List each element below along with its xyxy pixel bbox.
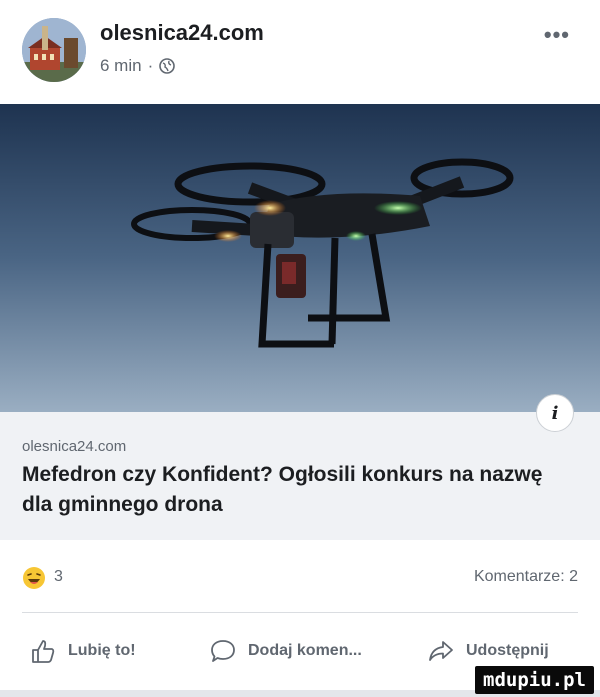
post-meta: 6 min · — [100, 56, 176, 76]
post-header: olesnica24.com 6 min · ••• — [0, 0, 600, 104]
like-button[interactable]: Lubię to! — [30, 638, 136, 664]
link-preview[interactable]: i olesnica24.com Mefedron czy Konfident?… — [0, 394, 600, 540]
comment-icon — [211, 640, 235, 662]
divider — [22, 612, 578, 613]
post-stats: 3 Komentarze: 2 — [0, 560, 600, 600]
link-domain: olesnica24.com — [22, 438, 127, 455]
post-time[interactable]: 6 min — [100, 56, 142, 76]
info-icon[interactable]: i — [536, 394, 574, 432]
like-label: Lubię to! — [68, 642, 136, 659]
share-label: Udostępnij — [466, 642, 549, 659]
page-avatar[interactable] — [22, 18, 86, 82]
comments-count[interactable]: Komentarze: 2 — [474, 568, 578, 586]
comment-label: Dodaj komen... — [248, 642, 362, 659]
thumbs-up-icon — [32, 640, 55, 663]
haha-reaction-icon[interactable] — [22, 566, 46, 590]
reactions-count[interactable]: 3 — [54, 568, 63, 586]
page-name[interactable]: olesnica24.com — [100, 20, 264, 46]
share-button[interactable]: Udostępnij — [428, 638, 549, 664]
globe-icon — [159, 58, 176, 74]
share-icon — [429, 641, 453, 661]
comment-button[interactable]: Dodaj komen... — [210, 638, 362, 664]
link-headline[interactable]: Mefedron czy Konfident? Ogłosili konkurs… — [22, 460, 572, 520]
more-options-icon[interactable]: ••• — [544, 22, 570, 48]
post-image[interactable] — [0, 104, 600, 412]
meta-separator: · — [147, 56, 154, 75]
watermark: mdupiu.pl — [475, 666, 594, 694]
